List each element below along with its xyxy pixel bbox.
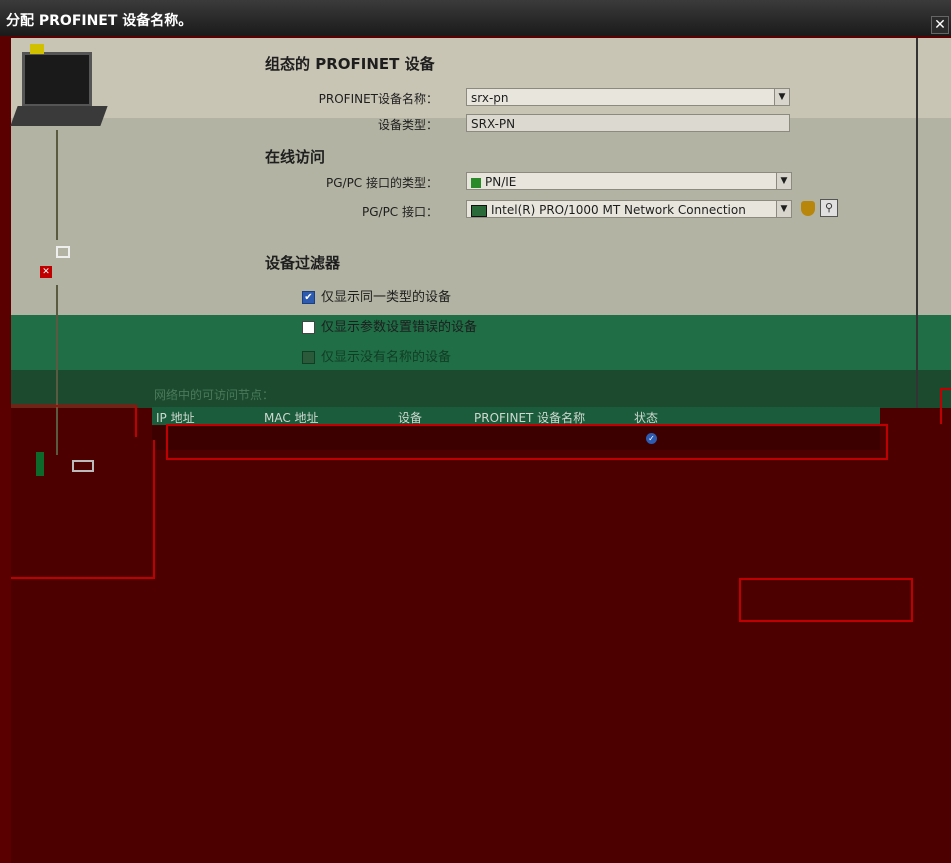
nic-icon bbox=[471, 204, 487, 217]
pgpc-if-select[interactable]: Intel(R) PRO/1000 MT Network Connection … bbox=[466, 200, 792, 218]
pgpc-type-label: PG/PC 接口的类型： bbox=[325, 176, 438, 190]
diagnostics-icon[interactable]: ⚲ bbox=[820, 199, 838, 217]
chevron-down-icon[interactable]: ▼ bbox=[776, 201, 791, 217]
highlight-line bbox=[940, 388, 942, 424]
filter-heading: 设备过滤器 bbox=[265, 254, 341, 272]
filter-same-type[interactable]: ✔ 仅显示同一类型的设备 bbox=[302, 286, 451, 305]
laptop-base bbox=[10, 106, 108, 126]
device-name-combo[interactable]: srx-pn ▼ bbox=[466, 88, 790, 106]
nodes-heading: 网络中的可访问节点： bbox=[154, 388, 275, 402]
highlight-box bbox=[739, 578, 913, 622]
highlight-line bbox=[11, 405, 137, 407]
pgpc-if-value: Intel(R) PRO/1000 MT Network Connection bbox=[491, 203, 746, 217]
network-icon bbox=[471, 177, 481, 188]
filter-no-name[interactable]: 仅显示没有名称的设备 bbox=[302, 346, 451, 365]
filter-param-error[interactable]: 仅显示参数设置错误的设备 bbox=[302, 316, 477, 335]
pgpc-if-label: PG/PC 接口： bbox=[361, 205, 438, 219]
network-node-icon bbox=[56, 246, 70, 258]
chevron-down-icon[interactable]: ▼ bbox=[776, 173, 791, 189]
topology-line bbox=[56, 130, 58, 240]
nodes-table-header: IP 地址 MAC 地址 设备 PROFINET 设备名称 状态 bbox=[152, 407, 880, 425]
close-icon[interactable]: ✕ bbox=[931, 16, 949, 34]
dialog-titlebar: 分配 PROFINET 设备名称。 ✕ bbox=[0, 0, 951, 36]
highlight-line bbox=[153, 440, 155, 578]
checkbox-icon[interactable] bbox=[302, 351, 315, 364]
configured-heading: 组态的 PROFINET 设备 bbox=[265, 55, 435, 73]
device-icon bbox=[36, 452, 44, 476]
topology-line bbox=[56, 285, 58, 455]
highlight-box bbox=[166, 424, 888, 460]
device-name-value: srx-pn bbox=[471, 91, 509, 105]
pgpc-type-select[interactable]: PN/IE ▼ bbox=[466, 172, 792, 190]
pgpc-type-value: PN/IE bbox=[485, 175, 517, 189]
dialog-title: 分配 PROFINET 设备名称。 bbox=[6, 13, 193, 29]
highlight-line bbox=[11, 577, 155, 579]
network-plug-icon bbox=[30, 44, 44, 54]
online-heading: 在线访问 bbox=[265, 148, 326, 166]
checkbox-checked-icon[interactable]: ✔ bbox=[302, 291, 315, 304]
nodes-header-band bbox=[11, 370, 951, 408]
device-type-label: 设备类型： bbox=[377, 118, 438, 132]
device-name-label: PROFINET设备名称： bbox=[318, 92, 438, 106]
shield-icon[interactable] bbox=[801, 201, 815, 216]
panel-divider bbox=[916, 38, 918, 408]
checkbox-icon[interactable] bbox=[302, 321, 315, 334]
chevron-down-icon[interactable]: ▼ bbox=[774, 89, 789, 105]
nodes-panel bbox=[11, 408, 951, 863]
device-module-icon bbox=[72, 460, 94, 472]
pg-laptop-icon bbox=[22, 52, 92, 107]
device-type-field: SRX-PN bbox=[466, 114, 790, 132]
highlight-line bbox=[135, 405, 137, 437]
error-icon: ✕ bbox=[40, 266, 52, 278]
